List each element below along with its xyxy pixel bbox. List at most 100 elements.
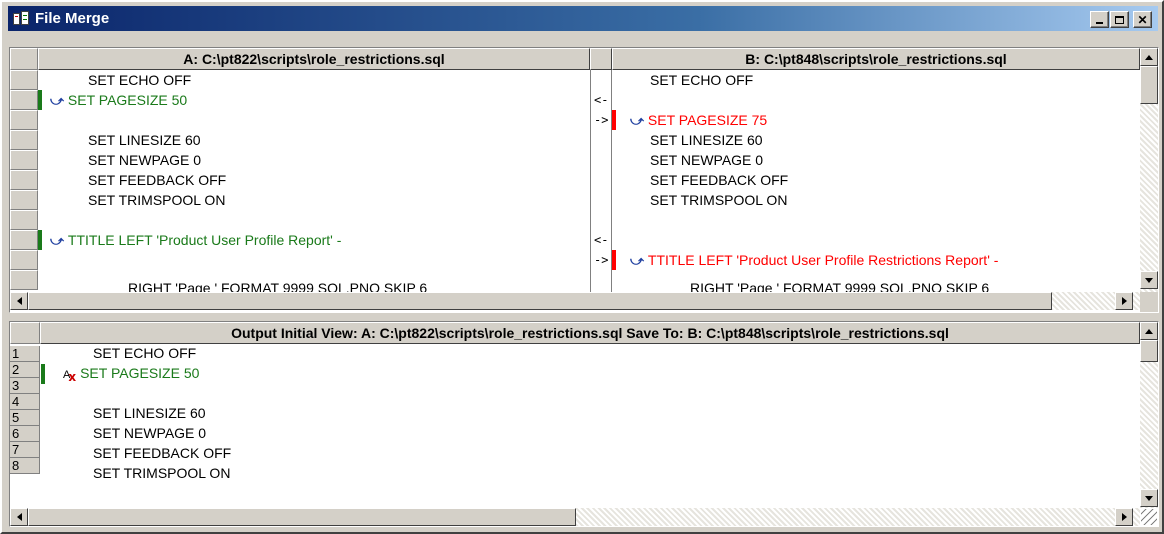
resize-grip-icon[interactable]	[1141, 509, 1157, 525]
close-button[interactable]: ✕	[1133, 11, 1152, 28]
line-text: SET NEWPAGE 0	[93, 425, 207, 441]
line-number: 2	[10, 362, 40, 378]
curved-arrow-icon[interactable]: ⤻	[50, 234, 64, 249]
line-text: SET FEEDBACK OFF	[93, 445, 232, 461]
line-text: SET ECHO OFF	[93, 345, 197, 361]
gutter-cell	[10, 130, 38, 150]
scroll-left-button[interactable]	[10, 508, 28, 526]
code-line: RIGHT 'Page ' FORMAT 9999 SQL.PNO SKIP 6	[690, 278, 989, 292]
code-line: RIGHT 'Page ' FORMAT 9999 SQL.PNO SKIP 6	[128, 278, 427, 292]
gutter-cell	[10, 210, 38, 230]
scroll-thumb[interactable]	[1140, 340, 1158, 362]
line-text: RIGHT 'Page ' FORMAT 9999 SQL.PNO SKIP 6	[690, 280, 990, 292]
line-number: 8	[10, 458, 40, 474]
pane-b-header[interactable]: B: C:\pt848\scripts\role_restrictions.sq…	[612, 48, 1140, 70]
minimize-button[interactable]	[1090, 11, 1109, 28]
code-line: ⤻ TTITLE LEFT 'Product User Profile Repor…	[50, 230, 341, 250]
line-text: SET PAGESIZE 50	[67, 92, 188, 108]
copy-left-arrow[interactable]: <-	[594, 93, 608, 107]
close-icon: ✕	[1137, 12, 1148, 27]
scroll-up-icon	[1145, 328, 1153, 334]
scroll-right-icon	[1121, 513, 1127, 521]
gutter-cell	[10, 170, 38, 190]
line-text: SET NEWPAGE 0	[88, 152, 202, 168]
file-merge-window: File Merge ✕ A: C:\pt822\scripts\role_re…	[0, 0, 1164, 534]
scroll-left-button[interactable]	[10, 292, 28, 310]
line-number: 3	[10, 378, 40, 394]
line-text: SET NEWPAGE 0	[650, 152, 764, 168]
line-text: SET LINESIZE 60	[88, 132, 201, 148]
file-merge-app-icon	[13, 10, 31, 27]
window-title: File Merge	[35, 10, 110, 27]
output-pane: Output Initial View: A: C:\pt822\scripts…	[9, 321, 1159, 527]
line-number: 6	[10, 426, 40, 442]
pane-a-text[interactable]: SET ECHO OFF ⤻ SET PAGESIZE 50 SET LINESIZE…	[38, 70, 590, 292]
compare-pane: A: C:\pt822\scripts\role_restrictions.sq…	[9, 47, 1159, 313]
code-line: SET TRIMSPOOL ON	[650, 190, 787, 210]
gutter-cell	[10, 250, 38, 270]
output-line: SET NEWPAGE 0	[93, 423, 206, 443]
pane-a-header[interactable]: A: C:\pt822\scripts\role_restrictions.sq…	[38, 48, 590, 70]
scroll-down-button[interactable]	[1140, 271, 1158, 289]
top-horizontal-scrollbar[interactable]	[10, 292, 1140, 310]
change-marker	[612, 110, 616, 130]
code-line: SET LINESIZE 60	[650, 130, 763, 150]
top-vertical-scrollbar[interactable]	[1140, 48, 1158, 292]
curved-arrow-icon[interactable]: ⤻	[50, 94, 64, 109]
code-line: ⤻ TTITLE LEFT 'Product User Profile Restr…	[630, 250, 998, 270]
scroll-right-button[interactable]	[1115, 292, 1133, 310]
maximize-button[interactable]	[1110, 11, 1129, 28]
line-number: 7	[10, 442, 40, 458]
copy-left-arrow[interactable]: <-	[594, 233, 608, 247]
text-x-icon[interactable]: Ax	[63, 365, 76, 384]
scroll-left-icon	[16, 513, 22, 521]
line-text: SET TRIMSPOOL ON	[93, 465, 231, 481]
scroll-down-icon	[1145, 277, 1153, 283]
output-horizontal-scrollbar[interactable]	[10, 508, 1140, 526]
output-vertical-scrollbar[interactable]	[1140, 322, 1158, 508]
change-marker	[41, 364, 45, 384]
line-text: SET TRIMSPOOL ON	[88, 192, 226, 208]
scroll-thumb[interactable]	[28, 292, 1052, 310]
copy-right-arrow[interactable]: ->	[594, 113, 608, 127]
gutter-cell	[10, 70, 38, 90]
output-line: SET TRIMSPOOL ON	[93, 463, 230, 483]
scroll-thumb[interactable]	[28, 508, 576, 526]
code-line: SET TRIMSPOOL ON	[88, 190, 225, 210]
line-text: SET ECHO OFF	[88, 72, 192, 88]
scroll-left-icon	[16, 297, 22, 305]
merge-arrow-column: <- -> <- ->	[591, 70, 612, 292]
output-header[interactable]: Output Initial View: A: C:\pt822\scripts…	[40, 322, 1140, 344]
code-line: SET ECHO OFF	[650, 70, 753, 90]
scroll-up-button[interactable]	[1140, 322, 1158, 340]
gutter-cell	[10, 230, 38, 250]
change-marker	[38, 90, 42, 110]
output-line: Ax SET PAGESIZE 50	[63, 363, 200, 384]
scroll-thumb[interactable]	[1140, 66, 1158, 104]
line-text: SET FEEDBACK OFF	[88, 172, 227, 188]
title-bar[interactable]: File Merge ✕	[8, 6, 1158, 31]
line-number: 5	[10, 410, 40, 426]
line-number: 4	[10, 394, 40, 410]
curved-arrow-icon[interactable]: ⤻	[630, 254, 644, 269]
change-marker	[612, 250, 616, 270]
line-text: SET PAGESIZE 50	[80, 365, 200, 381]
pane-b-text[interactable]: SET ECHO OFF ⤻ SET PAGESIZE 75 SET LINESIZE…	[612, 70, 1140, 292]
gutter-cell	[10, 90, 38, 110]
output-text[interactable]: SET ECHO OFF Ax SET PAGESIZE 50 SET LINESIZ…	[41, 344, 1140, 506]
copy-right-arrow[interactable]: ->	[594, 253, 608, 267]
gutter-cell	[10, 150, 38, 170]
gutter-header	[10, 322, 40, 344]
code-line: ⤻ SET PAGESIZE 75	[630, 110, 767, 130]
output-line: SET ECHO OFF	[93, 344, 196, 363]
code-line: ⤻ SET PAGESIZE 50	[50, 90, 187, 110]
maximize-icon	[1115, 15, 1124, 24]
code-line: SET FEEDBACK OFF	[88, 170, 226, 190]
curved-arrow-icon[interactable]: ⤻	[630, 114, 644, 129]
scroll-up-button[interactable]	[1140, 48, 1158, 66]
scroll-down-button[interactable]	[1140, 489, 1158, 507]
scroll-up-icon	[1145, 54, 1153, 60]
scroll-down-icon	[1145, 495, 1153, 501]
line-text: SET TRIMSPOOL ON	[650, 192, 788, 208]
scroll-right-button[interactable]	[1115, 508, 1133, 526]
